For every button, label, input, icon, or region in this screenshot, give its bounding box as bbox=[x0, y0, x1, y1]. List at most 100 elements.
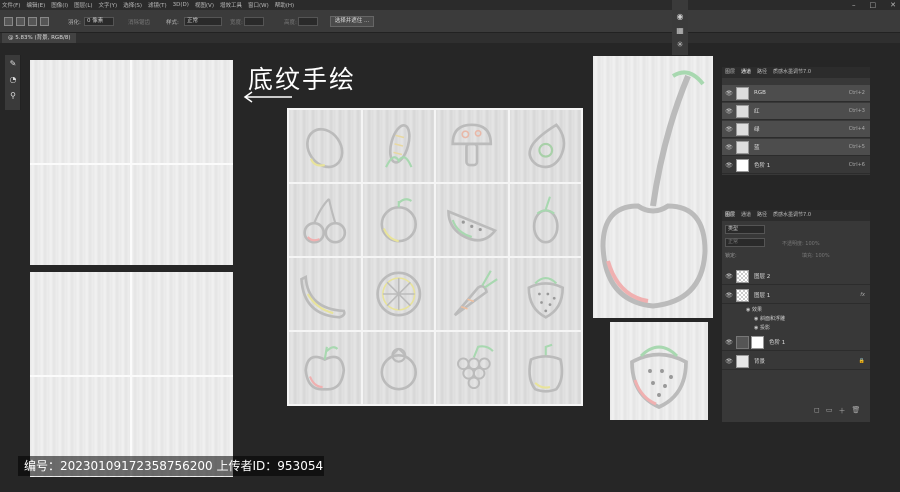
layer-row[interactable]: 👁 背景 🔒 bbox=[722, 353, 870, 370]
channel-shortcut: Ctrl+4 bbox=[848, 126, 865, 132]
layer-thumbnail bbox=[736, 288, 749, 302]
menu-help[interactable]: 帮助(H) bbox=[275, 1, 294, 9]
visibility-eye-icon[interactable]: 👁 bbox=[724, 358, 734, 365]
style-select[interactable]: 正常 bbox=[184, 17, 222, 26]
texture-panel-bottom bbox=[30, 272, 233, 477]
add-selection-icon[interactable] bbox=[16, 17, 25, 26]
grid-cell bbox=[289, 110, 361, 182]
layer-filter-select[interactable]: 类型 bbox=[725, 225, 765, 234]
visibility-eye-icon[interactable]: 👁 bbox=[724, 292, 734, 299]
new-selection-icon[interactable] bbox=[4, 17, 13, 26]
document-tab[interactable]: @ 5.83% (背景, RGB/8) bbox=[2, 33, 77, 43]
fx-badge[interactable]: fx bbox=[860, 292, 865, 298]
height-field[interactable] bbox=[298, 17, 318, 26]
eye-icon[interactable]: ◉ bbox=[754, 325, 758, 331]
channel-row[interactable]: 👁 色阶 1 Ctrl+6 bbox=[722, 157, 870, 174]
grid-cell bbox=[362, 184, 434, 256]
delete-layer-icon[interactable]: 🗑 bbox=[851, 406, 860, 416]
layer-thumbnail bbox=[736, 269, 749, 283]
tab-channels[interactable]: 通道 bbox=[741, 210, 751, 221]
effects-label: ◉ 效果 bbox=[746, 306, 762, 313]
eye-icon[interactable]: ◉ bbox=[754, 316, 758, 322]
tab-paths[interactable]: 路径 bbox=[757, 67, 767, 78]
strawberry-icon bbox=[526, 277, 564, 319]
bevel-effect[interactable]: ◉ 斜面和浮雕 bbox=[754, 315, 785, 322]
options-bar: 羽化: 0 像素 消除锯齿 样式: 正常 宽度: 高度: 选择并遮住 ... bbox=[0, 10, 900, 33]
subtract-selection-icon[interactable] bbox=[28, 17, 37, 26]
channel-row[interactable]: 👁 红 Ctrl+3 bbox=[722, 103, 870, 120]
grid-cell bbox=[509, 258, 581, 330]
visibility-eye-icon[interactable]: 👁 bbox=[724, 90, 734, 97]
menu-select[interactable]: 选择(S) bbox=[123, 1, 142, 9]
opacity-label[interactable]: 不透明度: 100% bbox=[782, 240, 820, 247]
grid-cell bbox=[362, 258, 434, 330]
feather-field[interactable]: 0 像素 bbox=[84, 17, 114, 26]
menu-window[interactable]: 窗口(W) bbox=[248, 1, 269, 9]
menu-file[interactable]: 文件(F) bbox=[2, 1, 20, 9]
visibility-eye-icon[interactable]: 👁 bbox=[724, 144, 734, 151]
layer-actions: ◻ ▭ ＋ 🗑 bbox=[814, 406, 860, 416]
channel-name: 色阶 1 bbox=[754, 163, 771, 169]
tab-channels[interactable]: 通道 bbox=[741, 67, 751, 78]
new-group-icon[interactable]: ▭ bbox=[826, 406, 833, 416]
menu-plugins[interactable]: 增效工具 bbox=[220, 1, 242, 9]
maximize-icon[interactable]: □ bbox=[870, 1, 877, 9]
menu-3d[interactable]: 3D(D) bbox=[173, 2, 189, 8]
color-icon[interactable]: ◉ bbox=[675, 12, 685, 22]
panel-strip: ◉ ▦ ✳ bbox=[672, 0, 688, 55]
drop-shadow-effect[interactable]: ◉ 投影 bbox=[754, 324, 770, 331]
width-field[interactable] bbox=[244, 17, 264, 26]
menu-view[interactable]: 视图(V) bbox=[195, 1, 214, 9]
mushroom-icon bbox=[451, 123, 493, 167]
cherry-preview bbox=[593, 56, 713, 318]
menu-edit[interactable]: 编辑(E) bbox=[26, 1, 45, 9]
visibility-eye-icon[interactable]: 👁 bbox=[724, 339, 734, 346]
new-layer-icon[interactable]: ＋ bbox=[838, 406, 845, 416]
antialias-label[interactable]: 消除锯齿 bbox=[128, 18, 150, 26]
sparkle-icon[interactable]: ✳ bbox=[675, 40, 685, 50]
layers-panel: 图层 通道 路径 质感水墨调节7.0 类型 正常 不透明度: 100% 锁定: … bbox=[722, 210, 870, 422]
channel-row[interactable]: 👁 RGB Ctrl+2 bbox=[722, 85, 870, 102]
fill-label[interactable]: 填充: 100% bbox=[802, 252, 830, 259]
menu-layer[interactable]: 图层(L) bbox=[74, 1, 92, 9]
channel-shortcut: Ctrl+5 bbox=[848, 144, 865, 150]
history-brush-icon[interactable]: ◔ bbox=[8, 75, 18, 85]
layer-row[interactable]: 👁 色阶 1 bbox=[722, 334, 870, 351]
strawberry-icon bbox=[630, 345, 688, 410]
carrot-icon bbox=[453, 270, 498, 317]
lock-label: 锁定: bbox=[725, 253, 737, 259]
visibility-eye-icon[interactable]: 👁 bbox=[724, 162, 734, 169]
tab-layers[interactable]: 图层 bbox=[725, 210, 735, 221]
eye-icon[interactable]: ◉ bbox=[746, 307, 750, 313]
channels-panel-tabs: 图层 通道 路径 质感水墨调节7.0 bbox=[722, 67, 870, 78]
tab-layers[interactable]: 图层 bbox=[725, 67, 735, 78]
minimize-icon[interactable]: – bbox=[852, 1, 856, 9]
grid-cell bbox=[436, 110, 508, 182]
grid-icon[interactable]: ▦ bbox=[675, 26, 685, 36]
menu-image[interactable]: 图像(I) bbox=[51, 1, 68, 9]
layer-row[interactable]: 👁 图层 2 bbox=[722, 268, 870, 285]
visibility-eye-icon[interactable]: 👁 bbox=[724, 273, 734, 280]
channel-row[interactable]: 👁 蓝 Ctrl+5 bbox=[722, 139, 870, 156]
tab-ink-plugin[interactable]: 质感水墨调节7.0 bbox=[773, 67, 811, 78]
menu-type[interactable]: 文字(Y) bbox=[99, 1, 118, 9]
menu-filter[interactable]: 滤镜(T) bbox=[148, 1, 167, 9]
select-and-mask-button[interactable]: 选择并遮住 ... bbox=[330, 16, 374, 27]
citrus-slice-icon bbox=[375, 271, 421, 317]
layers-panel-tabs: 图层 通道 路径 质感水墨调节7.0 bbox=[722, 210, 870, 221]
visibility-eye-icon[interactable]: 👁 bbox=[724, 126, 734, 133]
channel-row[interactable]: 👁 绿 Ctrl+4 bbox=[722, 121, 870, 138]
close-icon[interactable]: ✕ bbox=[890, 1, 896, 9]
add-mask-icon[interactable]: ◻ bbox=[814, 406, 820, 416]
layer-row[interactable]: 👁 图层 1 fx bbox=[722, 287, 870, 304]
brush-tool-icon[interactable]: ✎ bbox=[8, 59, 18, 69]
layer-thumbnail bbox=[736, 354, 749, 368]
visibility-eye-icon[interactable]: 👁 bbox=[724, 108, 734, 115]
layer-name: 背景 bbox=[754, 359, 766, 365]
orange-icon bbox=[379, 198, 417, 243]
blend-mode-select[interactable]: 正常 bbox=[725, 238, 765, 247]
tab-paths[interactable]: 路径 bbox=[757, 210, 767, 221]
clone-stamp-icon[interactable]: ⚲ bbox=[8, 91, 18, 101]
intersect-selection-icon[interactable] bbox=[40, 17, 49, 26]
tab-ink-plugin[interactable]: 质感水墨调节7.0 bbox=[773, 210, 811, 221]
